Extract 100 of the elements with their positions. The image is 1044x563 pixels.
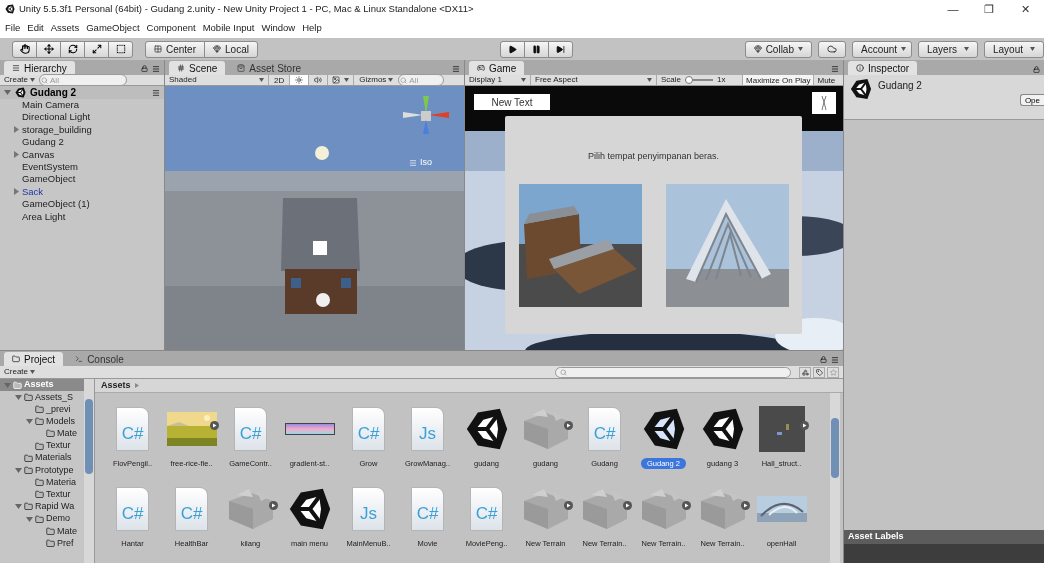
open-button[interactable]: Ope	[1019, 94, 1044, 106]
menu-item[interactable]: Edit	[27, 20, 44, 36]
breadcrumb[interactable]: Assets	[101, 379, 131, 393]
create-button[interactable]: Create	[4, 74, 35, 86]
menu-icon[interactable]	[152, 65, 160, 73]
menu-item[interactable]: Assets	[50, 20, 80, 36]
tool-button[interactable]	[84, 40, 109, 58]
folder-tree-item[interactable]: Models	[0, 415, 84, 428]
toolbar-dropdown[interactable]: Account	[852, 40, 912, 58]
menu-item[interactable]: Mobile Input	[202, 20, 255, 36]
pause-icon	[531, 44, 541, 54]
window-control[interactable]: ✕	[1019, 0, 1031, 18]
folder-tree-item[interactable]: Mate	[0, 427, 84, 440]
search-field[interactable]: All	[39, 74, 127, 86]
folder-tree-item[interactable]: Materials	[0, 452, 84, 465]
tool-button[interactable]	[36, 40, 61, 58]
scale-slider[interactable]	[685, 76, 713, 84]
script-file-icon: C#	[470, 487, 503, 531]
hierarchy-item[interactable]: Directional Light	[0, 111, 164, 124]
axis-gizmo[interactable]	[401, 94, 451, 136]
filter-type-button[interactable]	[799, 366, 811, 378]
folder-tree-item[interactable]: Rapid Wa	[0, 500, 84, 514]
search-field[interactable]: All	[398, 74, 445, 86]
folder-tree-item[interactable]: Demo	[0, 513, 84, 526]
hierarchy-item[interactable]: storage_building	[0, 123, 164, 137]
menu-item[interactable]: Window	[261, 20, 296, 36]
window-control[interactable]: ❐	[983, 0, 995, 18]
panel-tab[interactable]: Asset Store	[229, 61, 310, 75]
cloud-button[interactable]	[818, 40, 846, 58]
panel-tab[interactable]: Project	[4, 352, 64, 366]
window-control[interactable]: —	[947, 0, 959, 18]
filter-label-button[interactable]	[813, 366, 825, 378]
expand-arrow-icon[interactable]	[13, 151, 20, 159]
scrollbar[interactable]	[830, 393, 840, 563]
pivot-toggle[interactable]: Local	[204, 40, 258, 58]
menu-icon[interactable]	[831, 65, 839, 73]
hierarchy-item[interactable]: Main Camera	[0, 99, 164, 112]
expand-arrow-icon[interactable]	[15, 466, 22, 474]
model-box-icon	[639, 487, 688, 531]
scrollbar[interactable]	[84, 379, 94, 563]
menu-item[interactable]: Help	[302, 20, 322, 36]
folder-tree-item[interactable]: Pref	[0, 537, 84, 550]
tool-button[interactable]	[60, 40, 85, 58]
pivot-toggle[interactable]: Center	[145, 40, 205, 58]
shading-dropdown[interactable]: Shaded	[165, 75, 269, 85]
expand-arrow-icon[interactable]	[26, 515, 33, 523]
folder-icon	[46, 526, 55, 536]
expand-arrow-icon[interactable]	[15, 503, 22, 511]
menu-item[interactable]: Component	[146, 20, 196, 36]
pause-button[interactable]	[523, 40, 549, 58]
hierarchy-item[interactable]: Gudang 2	[0, 136, 164, 149]
mute-toggle[interactable]: Mute	[814, 75, 839, 85]
folder-icon	[24, 453, 33, 463]
expand-arrow-icon[interactable]	[26, 418, 33, 426]
panel-tab[interactable]: Console	[67, 352, 132, 366]
step-button[interactable]	[547, 40, 573, 58]
menu-icon[interactable]	[452, 65, 460, 73]
lighting-toggle[interactable]	[290, 75, 310, 85]
panel-tab[interactable]: Game	[469, 61, 525, 75]
panel-tab[interactable]: Hierarchy	[4, 61, 75, 75]
panel-tab[interactable]: Scene	[169, 61, 226, 75]
hierarchy-item[interactable]: GameObject	[0, 173, 164, 186]
folder-tree-item[interactable]: Mate	[0, 525, 84, 538]
folder-tree-item[interactable]: Assets_S	[0, 391, 84, 404]
maximize-toggle[interactable]: Maximize On Play	[743, 75, 815, 85]
aspect-dropdown[interactable]: Free Aspect	[531, 75, 657, 85]
folder-tree-item[interactable]: Textur	[0, 439, 84, 453]
model-box-icon	[226, 487, 275, 531]
toolbar-dropdown[interactable]: Layers	[918, 40, 978, 58]
hierarchy-item[interactable]: Canvas	[0, 148, 164, 161]
play-button[interactable]	[499, 40, 525, 58]
expand-arrow-icon[interactable]	[15, 393, 22, 401]
folder-tree-item[interactable]: Textur	[0, 488, 84, 501]
menu-item[interactable]: File	[5, 20, 21, 36]
folder-tree-item[interactable]: Materia	[0, 476, 84, 489]
gizmos-dropdown[interactable]: Gizmos	[354, 75, 399, 85]
hierarchy-item[interactable]: EventSystem	[0, 160, 164, 174]
display-dropdown[interactable]: Display 1	[465, 75, 531, 85]
hierarchy-item[interactable]: Sack	[0, 185, 164, 199]
hierarchy-item[interactable]: GameObject (1)	[0, 198, 164, 211]
expand-arrow-icon[interactable]	[13, 188, 20, 196]
lock-icon[interactable]	[1033, 66, 1040, 73]
expand-arrow-icon[interactable]	[4, 89, 11, 96]
menu-icon[interactable]	[152, 88, 160, 97]
expand-arrow-icon[interactable]	[13, 126, 20, 134]
lock-icon[interactable]	[820, 356, 827, 363]
menu-icon[interactable]	[831, 356, 839, 364]
folder-tree-item[interactable]: _previ	[0, 403, 84, 416]
hierarchy-item[interactable]: Area Light	[0, 210, 164, 223]
panel-tab[interactable]: Inspector	[848, 61, 918, 75]
script-file-icon: C#	[116, 487, 149, 531]
search-field[interactable]	[555, 366, 791, 378]
collab-dropdown[interactable]: Collab	[744, 40, 812, 58]
lock-icon[interactable]	[141, 65, 148, 72]
folder-tree-item[interactable]: Prototype	[0, 464, 84, 477]
texture-thumbnail	[284, 423, 335, 435]
toolbar-dropdown[interactable]: Layout	[984, 40, 1044, 58]
tool-button[interactable]	[12, 40, 37, 58]
chevron-icon	[134, 383, 139, 388]
menu-item[interactable]: GameObject	[86, 20, 140, 36]
